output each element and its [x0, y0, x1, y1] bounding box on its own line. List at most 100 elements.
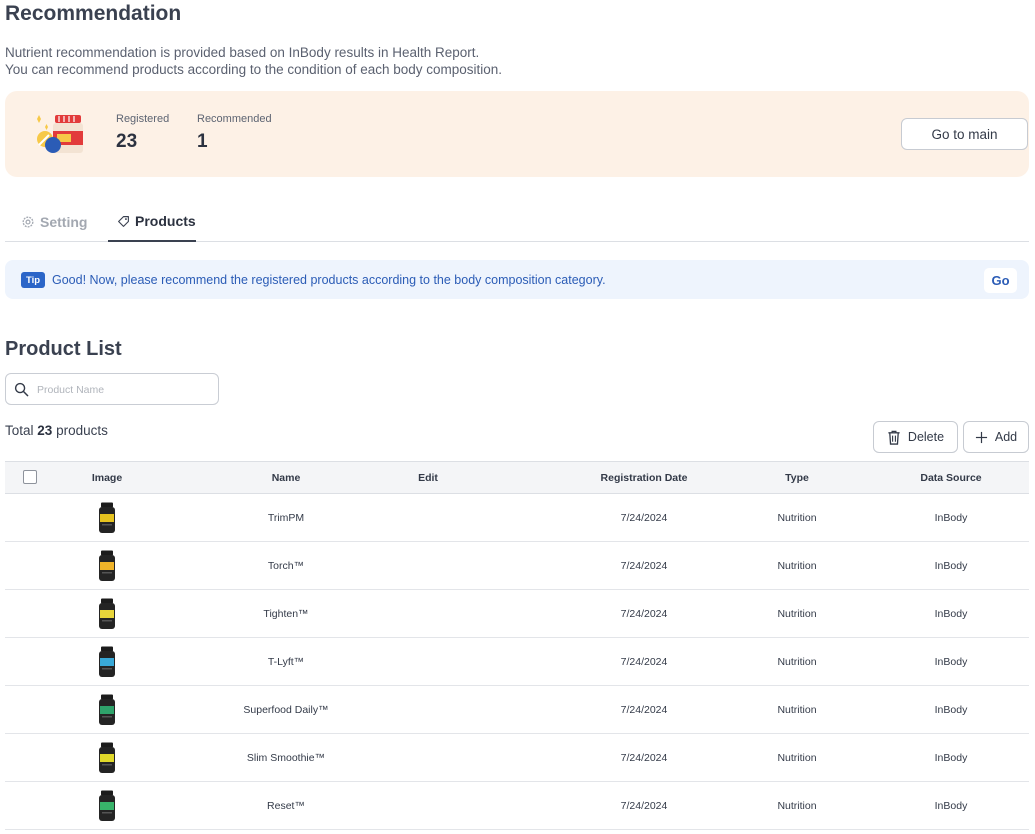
product-registration-date: 7/24/2024 [620, 799, 668, 812]
table-header: Image Name Edit Registration Date Type D… [5, 461, 1029, 494]
tab-products[interactable]: Products [108, 202, 196, 242]
product-type: Nutrition [777, 799, 817, 812]
product-type: Nutrition [777, 655, 817, 668]
tag-icon [118, 215, 129, 227]
summary-card: Registered 23 Recommended 1 Go to main [5, 91, 1029, 177]
product-table: Image Name Edit Registration Date Type D… [5, 461, 1029, 830]
product-edit-cell[interactable] [398, 734, 458, 781]
tab-setting-label: Setting [40, 214, 88, 230]
recommended-stat: Recommended 1 [197, 113, 272, 153]
add-button[interactable]: Add [963, 421, 1029, 453]
product-bottle-image [99, 646, 115, 677]
product-edit-cell[interactable] [398, 590, 458, 637]
product-registration-date: 7/24/2024 [620, 511, 668, 524]
tip-banner: Tip Good! Now, please recommend the regi… [5, 260, 1029, 299]
product-edit-cell[interactable] [398, 686, 458, 733]
product-image-cell [67, 782, 147, 829]
supplement-bottle-pills-icon [37, 115, 83, 153]
product-bottle-image [99, 598, 115, 629]
product-registration-date: 7/24/2024 [620, 751, 668, 764]
tip-text: Good! Now, please recommend the register… [52, 273, 606, 287]
table-row[interactable]: Superfood Daily™ 7/24/2024 Nutrition InB… [5, 686, 1029, 734]
tip-badge: Tip [21, 272, 46, 288]
select-all-checkbox[interactable] [23, 470, 37, 484]
product-image-cell [67, 590, 147, 637]
product-registration-date: 7/24/2024 [620, 703, 668, 716]
product-bottle-image [99, 694, 115, 725]
product-edit-cell[interactable] [398, 494, 458, 541]
table-row[interactable]: Tighten™ 7/24/2024 Nutrition InBody [5, 590, 1029, 638]
product-type: Nutrition [777, 559, 817, 572]
gear-icon [22, 216, 34, 228]
page-title: Recommendation [5, 2, 182, 25]
product-data-source: InBody [934, 751, 968, 764]
search-input[interactable] [37, 380, 212, 400]
product-data-source: InBody [934, 607, 968, 620]
table-body: TrimPM 7/24/2024 Nutrition InBody Torch™… [5, 494, 1029, 830]
table-row[interactable]: Reset™ 7/24/2024 Nutrition InBody [5, 782, 1029, 830]
search-box [5, 373, 219, 405]
product-name: Torch™ [267, 559, 305, 572]
recommended-label: Recommended [197, 113, 272, 125]
total-count: 23 [37, 423, 53, 438]
product-data-source: InBody [934, 799, 968, 812]
product-type: Nutrition [777, 751, 817, 764]
column-name: Name [271, 471, 301, 484]
add-label: Add [994, 430, 1018, 444]
product-name: Slim Smoothie™ [246, 751, 326, 764]
registered-label: Registered [116, 113, 170, 125]
product-type: Nutrition [777, 607, 817, 620]
product-image-cell [67, 734, 147, 781]
description-line-1: Nutrient recommendation is provided base… [5, 45, 480, 60]
tip-go-button[interactable]: Go [984, 268, 1017, 293]
registered-count: 23 [116, 131, 138, 152]
total-suffix: products [56, 423, 108, 438]
delete-button[interactable]: Delete [873, 421, 958, 453]
product-list-title: Product List [5, 338, 122, 360]
product-image-cell [67, 638, 147, 685]
product-registration-date: 7/24/2024 [620, 559, 668, 572]
column-type: Type [785, 471, 809, 484]
recommended-count: 1 [197, 131, 208, 152]
product-bottle-image [99, 790, 115, 821]
product-data-source: InBody [934, 559, 968, 572]
column-data-source: Data Source [920, 471, 982, 484]
page-description: Nutrient recommendation is provided base… [5, 44, 502, 78]
product-bottle-image [99, 502, 115, 533]
product-name: T-Lyft™ [267, 655, 305, 668]
product-data-source: InBody [934, 655, 968, 668]
description-line-2: You can recommend products according to … [5, 62, 503, 77]
product-edit-cell[interactable] [398, 782, 458, 829]
table-row[interactable]: Torch™ 7/24/2024 Nutrition InBody [5, 542, 1029, 590]
product-name: TrimPM [267, 511, 305, 524]
table-row[interactable]: T-Lyft™ 7/24/2024 Nutrition InBody [5, 638, 1029, 686]
column-edit: Edit [418, 471, 438, 484]
column-registration-date: Registration Date [600, 471, 688, 484]
plus-icon [975, 431, 987, 443]
trash-icon [888, 430, 900, 445]
tab-bar: Setting Products [5, 202, 1029, 242]
product-image-cell [67, 686, 147, 733]
product-registration-date: 7/24/2024 [620, 655, 668, 668]
product-name: Reset™ [267, 799, 305, 812]
tab-setting[interactable]: Setting [21, 202, 87, 242]
product-registration-date: 7/24/2024 [620, 607, 668, 620]
product-type: Nutrition [777, 703, 817, 716]
total-prefix: Total [5, 423, 34, 438]
table-row[interactable]: TrimPM 7/24/2024 Nutrition InBody [5, 494, 1029, 542]
product-edit-cell[interactable] [398, 542, 458, 589]
product-image-cell [67, 494, 147, 541]
product-edit-cell[interactable] [398, 638, 458, 685]
product-name: Superfood Daily™ [243, 703, 329, 716]
go-to-main-button[interactable]: Go to main [901, 118, 1028, 150]
product-image-cell [67, 542, 147, 589]
product-data-source: InBody [934, 703, 968, 716]
table-row[interactable]: Slim Smoothie™ 7/24/2024 Nutrition InBod… [5, 734, 1029, 782]
registered-stat: Registered 23 [116, 113, 169, 153]
product-bottle-image [99, 742, 115, 773]
search-icon [14, 382, 29, 397]
product-data-source: InBody [934, 511, 968, 524]
tab-products-label: Products [135, 213, 196, 229]
column-image: Image [91, 471, 123, 484]
product-name: Tighten™ [263, 607, 309, 620]
